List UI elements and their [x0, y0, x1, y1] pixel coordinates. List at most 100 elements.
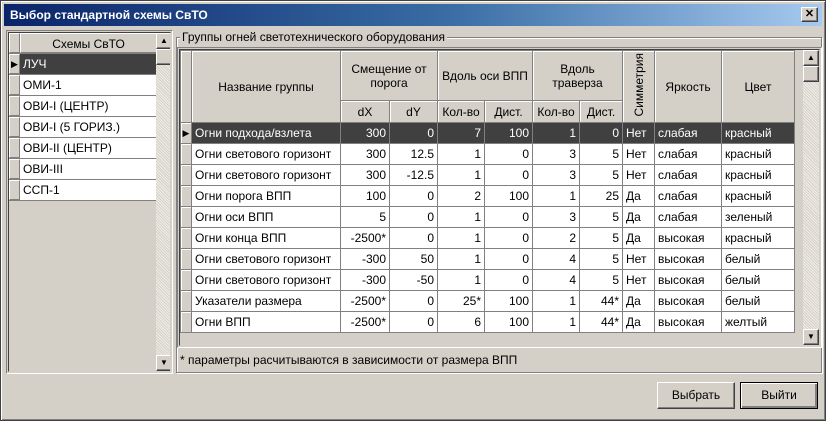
cell-axis-dist[interactable]: 0: [484, 143, 533, 165]
cell-axis-count[interactable]: 7: [437, 122, 485, 144]
cell-name[interactable]: Огни подхода/взлета: [191, 122, 341, 144]
cell-color[interactable]: белый: [721, 290, 795, 312]
cell-symmetry[interactable]: Да: [622, 290, 655, 312]
cell-axis-count[interactable]: 1: [437, 143, 485, 165]
col-trav-count-header[interactable]: Кол-во: [532, 100, 580, 123]
cell-brightness[interactable]: высокая: [654, 248, 722, 270]
schemes-scroll-up-button[interactable]: ▲: [156, 33, 170, 49]
col-symmetry-header[interactable]: Симметрия: [622, 50, 655, 123]
cell-trav-count[interactable]: 4: [532, 269, 580, 291]
cell-dy[interactable]: 0: [389, 290, 438, 312]
cell-dy[interactable]: -12.5: [389, 164, 438, 186]
groups-scroll-up-button[interactable]: ▲: [803, 50, 819, 66]
schemes-scroll-down-button[interactable]: ▼: [156, 355, 170, 371]
col-brightness-header[interactable]: Яркость: [654, 50, 722, 123]
cell-dx[interactable]: 300: [340, 143, 390, 165]
row-indicator-cell[interactable]: [180, 269, 192, 291]
cell-trav-count[interactable]: 1: [532, 311, 580, 333]
cell-dx[interactable]: -2500*: [340, 311, 390, 333]
row-indicator-cell[interactable]: [180, 206, 192, 228]
title-bar[interactable]: Выбор стандартной схемы СвТО ✕: [4, 4, 822, 26]
scheme-list-item[interactable]: ССП-1: [9, 180, 157, 201]
cell-color[interactable]: красный: [721, 143, 795, 165]
cell-trav-count[interactable]: 1: [532, 290, 580, 312]
row-indicator-cell[interactable]: [180, 143, 192, 165]
cell-trav-count[interactable]: 3: [532, 143, 580, 165]
cell-axis-dist[interactable]: 0: [484, 206, 533, 228]
cell-trav-dist[interactable]: 5: [579, 143, 623, 165]
cell-dy[interactable]: 0: [389, 227, 438, 249]
cell-dy[interactable]: 0: [389, 206, 438, 228]
cell-color[interactable]: белый: [721, 269, 795, 291]
cell-dx[interactable]: -2500*: [340, 290, 390, 312]
scheme-list-item[interactable]: ОВИ-I (ЦЕНТР): [9, 96, 157, 117]
cell-brightness[interactable]: слабая: [654, 143, 722, 165]
cell-brightness[interactable]: слабая: [654, 164, 722, 186]
group-row[interactable]: Огни светового горизонт 300 12.5 1 0 3 5 Нет сла…: [180, 143, 795, 165]
cell-brightness[interactable]: слабая: [654, 185, 722, 207]
cell-trav-count[interactable]: 3: [532, 164, 580, 186]
col-dy-header[interactable]: dY: [389, 100, 438, 123]
cell-trav-count[interactable]: 1: [532, 122, 580, 144]
groups-scroll-down-button[interactable]: ▼: [803, 329, 819, 345]
group-row[interactable]: Огни светового горизонт 300 -12.5 1 0 3 5 Нет сл…: [180, 164, 795, 186]
scheme-list-item[interactable]: ОВИ-I (5 ГОРИЗ.): [9, 117, 157, 138]
cell-brightness[interactable]: слабая: [654, 122, 722, 144]
row-indicator-cell[interactable]: ▶: [180, 122, 192, 144]
col-dx-header[interactable]: dX: [340, 100, 390, 123]
group-row[interactable]: Огни светового горизонт -300 50 1 0 4 5 Нет высо…: [180, 248, 795, 270]
group-row[interactable]: Указатели размера -2500* 0 25* 100 1 44* Да высо…: [180, 290, 795, 312]
cell-symmetry[interactable]: Да: [622, 311, 655, 333]
row-indicator-cell[interactable]: [180, 290, 192, 312]
cell-symmetry[interactable]: Да: [622, 185, 655, 207]
cell-axis-dist[interactable]: 0: [484, 227, 533, 249]
row-indicator-cell[interactable]: [180, 164, 192, 186]
cell-dy[interactable]: 0: [389, 311, 438, 333]
cell-axis-dist[interactable]: 100: [484, 311, 533, 333]
cell-dy[interactable]: 50: [389, 248, 438, 270]
cell-symmetry[interactable]: Да: [622, 227, 655, 249]
cell-dx[interactable]: -300: [340, 248, 390, 270]
row-indicator-cell[interactable]: [9, 159, 20, 179]
cell-axis-count[interactable]: 6: [437, 311, 485, 333]
cell-symmetry[interactable]: Нет: [622, 143, 655, 165]
cell-trav-dist[interactable]: 5: [579, 206, 623, 228]
row-indicator-cell[interactable]: [180, 248, 192, 270]
col-axis-dist-header[interactable]: Дист.: [484, 100, 533, 123]
cell-axis-count[interactable]: 1: [437, 227, 485, 249]
cell-dx[interactable]: 100: [340, 185, 390, 207]
cell-axis-count[interactable]: 1: [437, 164, 485, 186]
cell-name[interactable]: Огни светового горизонт: [191, 269, 341, 291]
cell-axis-dist[interactable]: 0: [484, 248, 533, 270]
cell-symmetry[interactable]: Нет: [622, 248, 655, 270]
cell-symmetry[interactable]: Нет: [622, 269, 655, 291]
cell-axis-dist[interactable]: 100: [484, 185, 533, 207]
group-row[interactable]: Огни ВПП -2500* 0 6 100 1 44* Да высокая желтый: [180, 311, 795, 333]
cell-dy[interactable]: 0: [389, 185, 438, 207]
schemes-scrollbar[interactable]: ▲ ▼: [156, 33, 170, 371]
cell-trav-dist[interactable]: 5: [579, 164, 623, 186]
col-axis-count-header[interactable]: Кол-во: [437, 100, 485, 123]
cell-color[interactable]: красный: [721, 185, 795, 207]
schemes-scroll-thumb[interactable]: [156, 49, 170, 65]
row-indicator-cell[interactable]: [9, 180, 20, 200]
cell-color[interactable]: зеленый: [721, 206, 795, 228]
scheme-list-item[interactable]: ОМИ-1: [9, 75, 157, 96]
row-indicator-cell[interactable]: [9, 138, 20, 158]
cell-axis-count[interactable]: 2: [437, 185, 485, 207]
schemes-column-header[interactable]: Схемы СвТО: [20, 33, 157, 53]
cell-trav-count[interactable]: 1: [532, 185, 580, 207]
cell-brightness[interactable]: высокая: [654, 290, 722, 312]
cell-brightness[interactable]: высокая: [654, 269, 722, 291]
cell-color[interactable]: красный: [721, 227, 795, 249]
scheme-list-item[interactable]: ▶ ЛУЧ: [9, 54, 157, 75]
row-indicator-cell[interactable]: [9, 117, 20, 137]
cell-name[interactable]: Указатели размера: [191, 290, 341, 312]
col-trav-dist-header[interactable]: Дист.: [579, 100, 623, 123]
cell-axis-count[interactable]: 1: [437, 248, 485, 270]
row-indicator-cell[interactable]: [180, 227, 192, 249]
cell-trav-dist[interactable]: 0: [579, 122, 623, 144]
cell-trav-dist[interactable]: 44*: [579, 311, 623, 333]
close-button[interactable]: ✕: [801, 7, 818, 22]
cell-color[interactable]: желтый: [721, 311, 795, 333]
